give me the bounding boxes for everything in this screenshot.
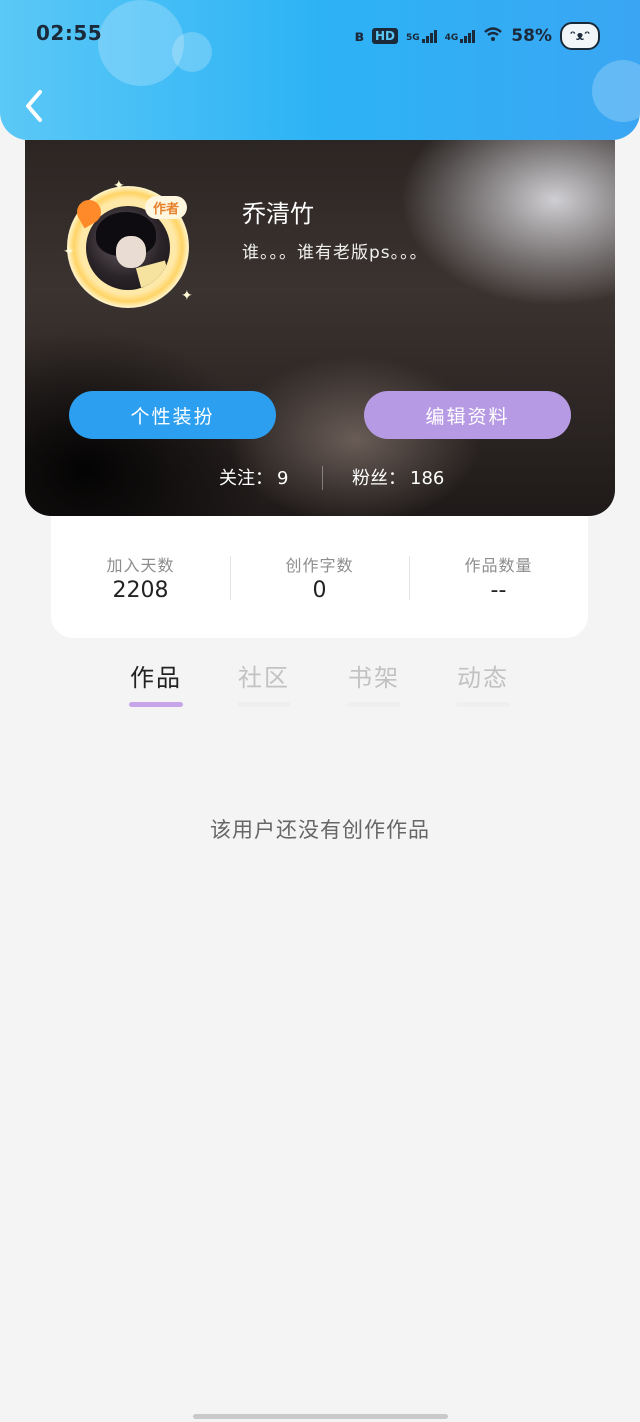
author-badge: 作者 (145, 196, 188, 219)
follow-stats: 关注： 9 粉丝： 186 (25, 464, 615, 494)
tab-community[interactable]: 社区 (224, 658, 304, 707)
status-time: 02:55 (36, 21, 103, 45)
back-arrow-icon[interactable] (22, 86, 48, 126)
tab-label: 书架 (348, 664, 400, 692)
dress-up-button[interactable]: 个性装扮 (69, 391, 276, 439)
fans-label: 粉丝： (352, 468, 406, 489)
tab-underline (347, 702, 401, 707)
tab-underline (237, 702, 291, 707)
header: 02:55 ʙ HD 5G 4G 58% ᵔᴥᵔ (0, 0, 640, 140)
battery-level: 58% (511, 26, 552, 46)
stat-value: 2208 (112, 578, 169, 603)
signal-5g-icon: 5G (406, 29, 437, 43)
follow-divider (322, 466, 323, 490)
hd-icon: HD (371, 28, 398, 44)
status-icons: ʙ HD 5G 4G 58% ᵔᴥᵔ (354, 22, 600, 50)
stat-value: -- (490, 578, 507, 603)
tab-underline (456, 702, 510, 707)
stat-label: 加入天数 (106, 556, 175, 575)
tab-activity[interactable]: 动态 (443, 658, 523, 707)
stat-label: 作品数量 (464, 556, 533, 575)
bluetooth-icon: ʙ (354, 27, 364, 45)
sparkle-icon: ✦ (113, 178, 125, 194)
tab-underline (129, 702, 183, 707)
tab-works[interactable]: 作品 (116, 658, 196, 707)
following-count[interactable]: 关注： 9 (219, 464, 288, 490)
stat-works-count: 作品数量 -- (409, 552, 588, 603)
stat-word-count: 创作字数 0 (230, 552, 409, 603)
edit-profile-button[interactable]: 编辑资料 (364, 391, 571, 439)
following-value: 9 (277, 468, 289, 489)
sparkle-icon: ✦ (63, 244, 75, 260)
fans-value: 186 (410, 468, 445, 489)
user-bio: 谁。。。谁有老版ps。。。 (242, 243, 428, 263)
status-bar: 02:55 ʙ HD 5G 4G 58% ᵔᴥᵔ (0, 18, 640, 52)
empty-state-message: 该用户还没有创作作品 (210, 818, 430, 842)
stat-join-days: 加入天数 2208 (51, 552, 230, 603)
tab-label: 动态 (457, 664, 509, 692)
stat-value: 0 (312, 578, 327, 603)
battery-cat-icon: ᵔᴥᵔ (560, 22, 600, 50)
tab-label: 作品 (130, 664, 182, 692)
fans-count[interactable]: 粉丝： 186 (352, 464, 444, 490)
tab-label: 社区 (238, 664, 290, 692)
username: 乔清竹 (242, 200, 314, 228)
profile-card: ✦ ✦ ✦ 作者 乔清竹 谁。。。谁有老版ps。。。 个性装扮 编辑资料 关注：… (25, 140, 615, 516)
stat-label: 创作字数 (285, 556, 354, 575)
sparkle-icon: ✦ (181, 288, 193, 304)
following-label: 关注： (219, 468, 273, 489)
wifi-icon (483, 26, 503, 46)
tab-bookshelf[interactable]: 书架 (334, 658, 414, 707)
stats-panel: 加入天数 2208 创作字数 0 作品数量 -- (51, 516, 588, 638)
signal-4g-icon: 4G (445, 29, 476, 43)
header-bubble (592, 60, 640, 122)
home-indicator[interactable] (193, 1414, 448, 1419)
